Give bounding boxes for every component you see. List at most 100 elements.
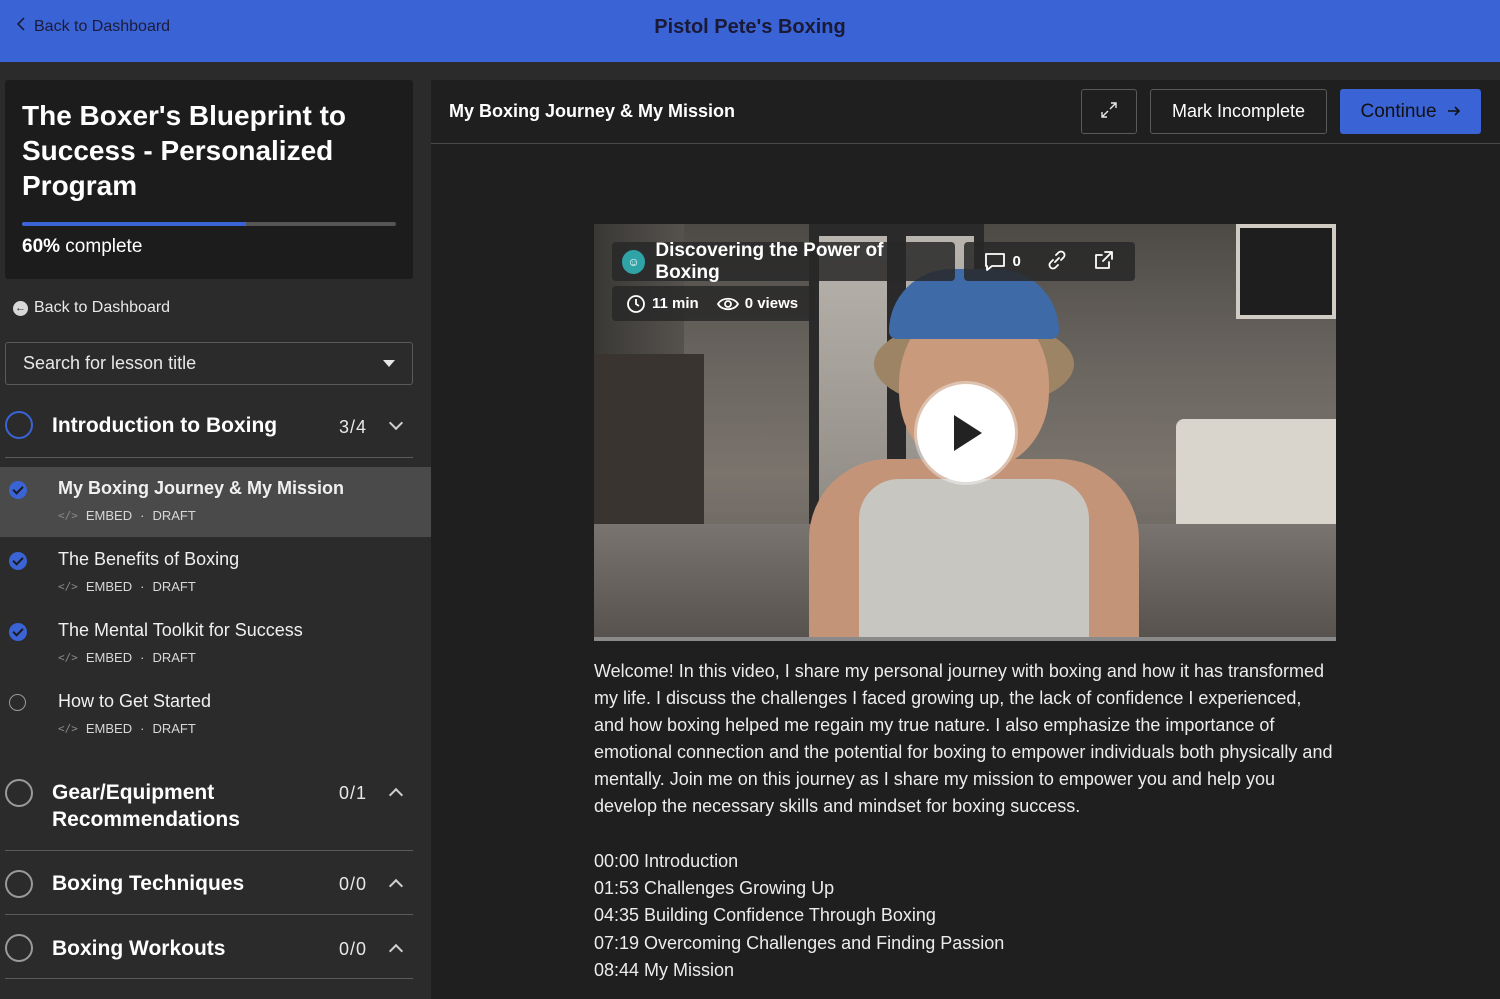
course-title: The Boxer's Blueprint to Success - Perso… xyxy=(22,100,347,201)
caret-down-icon xyxy=(383,360,395,367)
section-name: Gear/Equipment Recommendations xyxy=(52,781,240,831)
course-progress-label: 60% complete xyxy=(22,236,143,257)
section-name: Boxing Workouts xyxy=(52,937,226,960)
check-circle-icon xyxy=(9,481,27,499)
external-link-icon[interactable] xyxy=(1093,249,1115,275)
sidebar: The Boxer's Blueprint to Success - Perso… xyxy=(0,62,431,999)
section-divider xyxy=(5,914,413,915)
section-progress-ring xyxy=(5,934,33,962)
lesson-description: Welcome! In this video, I share my perso… xyxy=(594,661,1333,816)
section-boxing-techniques[interactable]: Boxing Techniques 0/0 xyxy=(5,866,413,916)
lesson-item-how-to-get-started[interactable]: How to Get Started </> EMBED · DRAFT xyxy=(0,680,431,750)
lesson-name: The Mental Toolkit for Success xyxy=(58,620,303,640)
video-scrubber[interactable] xyxy=(594,637,1336,641)
section-gear-equipment[interactable]: Gear/Equipment Recommendations 0/1 xyxy=(5,773,413,851)
lesson-name: How to Get Started xyxy=(58,691,212,711)
course-card: The Boxer's Blueprint to Success - Perso… xyxy=(5,80,413,279)
section-name: Boxing Techniques xyxy=(52,872,245,895)
lesson-search-placeholder: Search for lesson title xyxy=(23,353,197,373)
lesson-status: DRAFT xyxy=(152,650,196,665)
clock-icon xyxy=(627,294,645,313)
lesson-type: EMBED xyxy=(85,721,133,736)
video-duration: 11 min xyxy=(652,295,699,312)
continue-label: Continue xyxy=(1360,100,1437,122)
video-stats: 11 min 0 views xyxy=(612,286,815,321)
lesson-item-my-boxing-journey[interactable]: My Boxing Journey & My Mission </> EMBED… xyxy=(0,467,431,537)
video-scene xyxy=(859,479,1089,641)
channel-avatar: ☺ xyxy=(622,249,646,274)
lesson-meta: </> EMBED · DRAFT xyxy=(58,650,196,665)
comments-button[interactable]: 0 xyxy=(984,252,1021,272)
chapter-item: 08:44 My Mission xyxy=(594,959,735,980)
chevron-up-icon[interactable] xyxy=(388,787,404,803)
section-divider xyxy=(5,850,413,851)
section-progress-ring xyxy=(5,411,33,439)
chapter-item: 00:00 Introduction xyxy=(594,851,739,871)
lesson-status: DRAFT xyxy=(152,579,196,594)
link-icon[interactable] xyxy=(1046,249,1068,275)
video-actions: 0 xyxy=(964,242,1135,281)
eye-icon xyxy=(716,297,739,310)
lesson-main-panel: My Boxing Journey & My Mission Mark Inco… xyxy=(431,80,1500,999)
section-count: 0/0 xyxy=(338,939,367,959)
section-divider xyxy=(5,457,413,458)
section-divider xyxy=(5,978,413,979)
continue-button[interactable]: Continue xyxy=(1340,89,1481,134)
chapter-list: 00:00 Introduction 01:53 Challenges Grow… xyxy=(594,848,1004,984)
expand-icon xyxy=(1099,102,1119,123)
empty-circle-icon xyxy=(9,694,26,711)
lesson-meta: </> EMBED · DRAFT xyxy=(58,721,196,736)
chevron-up-icon[interactable] xyxy=(388,878,404,894)
comment-count: 0 xyxy=(1012,253,1021,270)
sidebar-back-link[interactable]: ← Back to Dashboard xyxy=(13,299,170,317)
chevron-up-icon[interactable] xyxy=(388,943,404,959)
video-player[interactable]: ☺ Discovering the Power of Boxing 0 11 m… xyxy=(594,224,1336,641)
lesson-name: My Boxing Journey & My Mission xyxy=(58,478,345,498)
course-progress-bar xyxy=(22,222,396,226)
section-boxing-workouts[interactable]: Boxing Workouts 0/0 xyxy=(5,931,413,981)
expand-button[interactable] xyxy=(1081,89,1137,134)
section-name: Introduction to Boxing xyxy=(52,414,278,437)
video-title: Discovering the Power of Boxing xyxy=(655,239,884,283)
views-stat: 0 views xyxy=(716,295,799,312)
lesson-type: EMBED xyxy=(85,579,133,594)
check-circle-icon xyxy=(9,552,27,570)
code-icon: </> xyxy=(58,580,78,593)
comment-icon xyxy=(985,252,1006,271)
code-icon: </> xyxy=(58,722,78,735)
site-title: Pistol Pete's Boxing xyxy=(654,16,846,38)
code-icon: </> xyxy=(58,509,78,522)
chevron-down-icon[interactable] xyxy=(388,415,404,431)
section-introduction-to-boxing[interactable]: Introduction to Boxing 3/4 xyxy=(5,405,413,460)
video-views: 0 views xyxy=(744,295,799,312)
lesson-header: My Boxing Journey & My Mission Mark Inco… xyxy=(431,80,1500,144)
lesson-title: My Boxing Journey & My Mission xyxy=(449,101,736,121)
arrow-left-circle-icon: ← xyxy=(13,300,28,316)
check-circle-icon xyxy=(9,623,27,641)
course-progress-fill xyxy=(22,222,247,226)
lesson-search-select[interactable]: Search for lesson title xyxy=(5,342,413,385)
lesson-meta: </> EMBED · DRAFT xyxy=(58,579,196,594)
arrow-right-icon xyxy=(1447,101,1461,123)
duration-stat: 11 min xyxy=(626,294,699,314)
chapter-item: 01:53 Challenges Growing Up xyxy=(594,878,835,899)
lesson-meta: </> EMBED · DRAFT xyxy=(58,508,196,523)
code-icon: </> xyxy=(58,651,78,664)
section-count: 0/0 xyxy=(338,874,367,894)
sidebar-back-label: Back to Dashboard xyxy=(34,299,171,316)
play-button[interactable] xyxy=(917,384,1015,482)
lesson-item-benefits-of-boxing[interactable]: The Benefits of Boxing </> EMBED · DRAFT xyxy=(0,538,431,608)
lesson-name: The Benefits of Boxing xyxy=(58,549,240,569)
chapter-item: 07:19 Overcoming Challenges and Finding … xyxy=(594,932,1005,953)
video-scene xyxy=(1236,224,1336,319)
section-progress-ring xyxy=(5,870,33,898)
lesson-status: DRAFT xyxy=(152,508,196,523)
video-title-tag[interactable]: ☺ Discovering the Power of Boxing xyxy=(612,239,955,283)
section-count: 0/1 xyxy=(338,783,367,803)
lesson-type: EMBED xyxy=(85,508,133,523)
lesson-item-mental-toolkit[interactable]: The Mental Toolkit for Success </> EMBED… xyxy=(0,609,431,679)
mark-incomplete-button[interactable]: Mark Incomplete xyxy=(1150,89,1327,134)
section-progress-ring xyxy=(5,779,33,807)
lesson-type: EMBED xyxy=(85,650,133,665)
top-bar: Back to Dashboard Pistol Pete's Boxing xyxy=(0,0,1500,62)
